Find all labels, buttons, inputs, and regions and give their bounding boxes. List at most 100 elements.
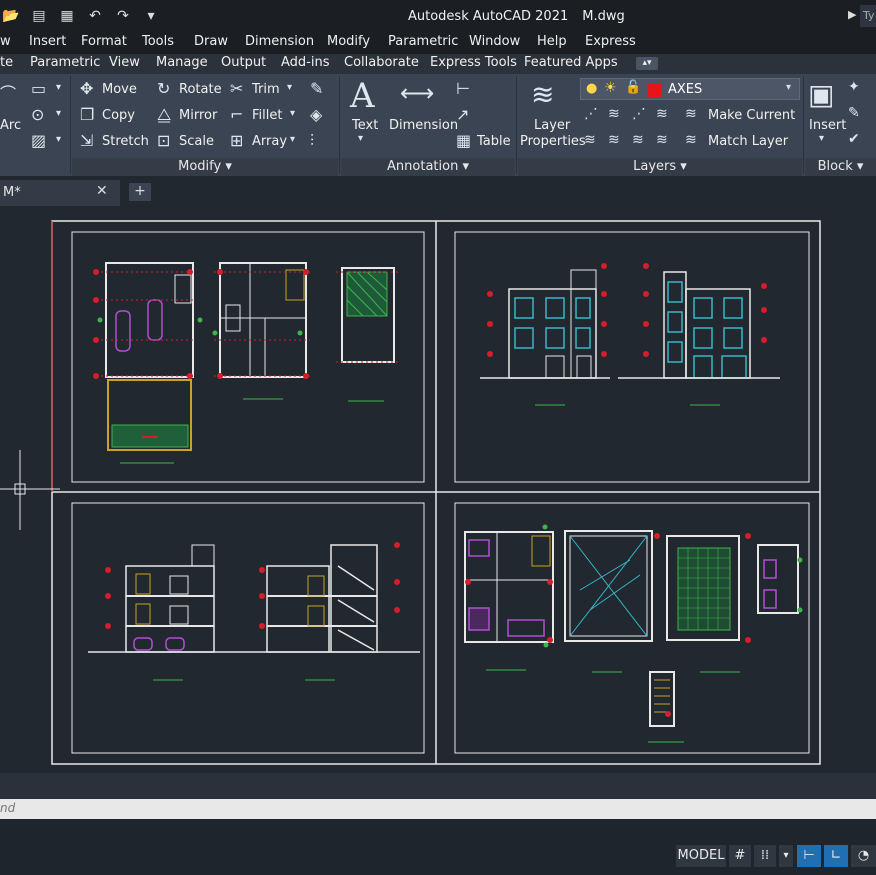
layer-tool-icon[interactable]: ≋: [608, 132, 620, 148]
table-icon[interactable]: ▦: [456, 131, 471, 150]
tab-parametric[interactable]: Parametric: [30, 55, 100, 70]
tab-view[interactable]: View: [109, 55, 140, 70]
arc-label[interactable]: Arc: [0, 118, 21, 133]
match-layer-icon[interactable]: ≋: [685, 132, 697, 148]
customize-qat-icon[interactable]: ▾: [142, 7, 160, 25]
leader-icon[interactable]: ↗: [456, 105, 469, 124]
trim-button[interactable]: Trim: [252, 82, 280, 97]
chevron-down-icon[interactable]: ▾: [56, 82, 61, 93]
chevron-down-icon[interactable]: ▾: [819, 133, 824, 144]
chevron-down-icon[interactable]: ▾: [779, 845, 793, 867]
print-icon[interactable]: ▦: [58, 7, 76, 25]
tab-featured-apps[interactable]: Featured Apps: [524, 55, 618, 70]
viewport-frame[interactable]: [454, 231, 810, 483]
linear-dim-icon[interactable]: ⊢: [456, 79, 470, 98]
layer-tool-icon[interactable]: ≋: [632, 132, 644, 148]
rotate-button[interactable]: Rotate: [179, 82, 222, 97]
menu-item-dimension[interactable]: Dimension: [245, 34, 314, 49]
fillet-button[interactable]: Fillet: [252, 108, 282, 123]
tab-output[interactable]: Output: [221, 55, 266, 70]
model-space-button[interactable]: MODEL: [676, 845, 726, 867]
move-icon[interactable]: ✥: [80, 79, 93, 98]
block-panel-title[interactable]: Block ▾: [805, 158, 876, 176]
menu-item-draw[interactable]: Draw: [194, 34, 228, 49]
make-current-icon[interactable]: ≋: [685, 106, 697, 122]
copy-button[interactable]: Copy: [102, 108, 135, 123]
menu-item-express[interactable]: Express: [585, 34, 636, 49]
mirror-button[interactable]: Mirror: [179, 108, 217, 123]
edit-block-icon[interactable]: ✎: [848, 105, 860, 121]
create-block-icon[interactable]: ✦: [848, 79, 860, 95]
table-button[interactable]: Table: [477, 134, 511, 149]
menu-item-window[interactable]: Window: [469, 34, 520, 49]
open-icon[interactable]: 📂: [2, 7, 20, 25]
arc-icon[interactable]: ⌒: [0, 80, 16, 104]
expand-arrow-icon[interactable]: ▶: [848, 8, 856, 21]
text-button[interactable]: Text: [352, 118, 378, 133]
chevron-down-icon[interactable]: ▾: [287, 82, 292, 93]
dimension-icon[interactable]: ⟷: [400, 79, 434, 107]
polar-tracking-icon[interactable]: ◔: [851, 845, 876, 867]
viewport-frame[interactable]: [71, 502, 425, 754]
layer-properties-label-2[interactable]: Properties: [520, 134, 586, 149]
drawing-canvas[interactable]: [0, 206, 876, 773]
new-tab-button[interactable]: +: [129, 183, 151, 201]
make-current-button[interactable]: Make Current: [708, 108, 795, 123]
explode-icon[interactable]: ◈: [310, 105, 322, 124]
chevron-down-icon[interactable]: ▾: [358, 133, 363, 144]
ortho-icon[interactable]: ∟: [824, 845, 848, 867]
tab-options-icon[interactable]: ▴▾: [636, 57, 658, 70]
menu-item[interactable]: w: [0, 34, 11, 49]
array-icon[interactable]: ⊞: [230, 131, 243, 150]
stretch-icon[interactable]: ⇲: [80, 131, 93, 150]
snap-icon[interactable]: ⁞⁞: [754, 845, 776, 867]
tab-partial[interactable]: te: [0, 55, 13, 70]
layer-properties-label[interactable]: Layer: [534, 118, 570, 133]
undo-icon[interactable]: ↶: [86, 7, 104, 25]
scale-button[interactable]: Scale: [179, 134, 214, 149]
tab-add-ins[interactable]: Add-ins: [281, 55, 329, 70]
rectangle-icon[interactable]: ▭: [31, 79, 46, 98]
menu-item-format[interactable]: Format: [81, 34, 127, 49]
insert-button[interactable]: Insert: [809, 118, 846, 133]
menu-item-insert[interactable]: Insert: [29, 34, 66, 49]
offset-icon[interactable]: ⫶: [310, 131, 314, 151]
array-button[interactable]: Array: [252, 134, 287, 149]
chevron-down-icon[interactable]: ▾: [56, 108, 61, 119]
save-icon[interactable]: ▤: [30, 7, 48, 25]
fillet-icon[interactable]: ⌐: [230, 105, 243, 124]
layers-panel-title[interactable]: Layers ▾: [518, 158, 802, 176]
layer-tool-icon[interactable]: ≋: [584, 132, 596, 148]
layer-tool-icon[interactable]: ⋰: [584, 106, 598, 122]
modify-panel-title[interactable]: Modify ▾: [72, 158, 338, 176]
erase-icon[interactable]: ✎: [310, 79, 323, 98]
tab-manage[interactable]: Manage: [156, 55, 208, 70]
stretch-button[interactable]: Stretch: [102, 134, 149, 149]
annotation-panel-title[interactable]: Annotation ▾: [341, 158, 515, 176]
layer-tool-icon[interactable]: ≋: [608, 106, 620, 122]
hatch-icon[interactable]: ▨: [31, 131, 46, 150]
move-button[interactable]: Move: [102, 82, 137, 97]
grid-icon[interactable]: #: [729, 845, 751, 867]
menu-item-modify[interactable]: Modify: [327, 34, 370, 49]
chevron-down-icon[interactable]: ▾: [290, 108, 295, 119]
dimension-button[interactable]: Dimension: [389, 118, 458, 133]
layer-tool-icon[interactable]: ≋: [656, 132, 668, 148]
redo-icon[interactable]: ↷: [114, 7, 132, 25]
ellipse-icon[interactable]: ⊙: [31, 105, 44, 124]
rotate-icon[interactable]: ↻: [157, 79, 170, 98]
scale-icon[interactable]: ⊡: [157, 131, 170, 150]
close-icon[interactable]: ✕: [96, 183, 108, 199]
menu-item-tools[interactable]: Tools: [142, 34, 174, 49]
command-line-input[interactable]: nd: [0, 799, 876, 819]
infer-constraints-icon[interactable]: ⊢: [797, 845, 821, 867]
match-layer-button[interactable]: Match Layer: [708, 134, 788, 149]
tab-express-tools[interactable]: Express Tools: [430, 55, 517, 70]
insert-block-icon[interactable]: ▣: [808, 78, 834, 111]
layer-dropdown[interactable]: ● ☀ 🔓 AXES ▾: [580, 78, 800, 100]
chevron-down-icon[interactable]: ▾: [56, 134, 61, 145]
layer-properties-icon[interactable]: ≋: [531, 78, 554, 111]
copy-icon[interactable]: ❐: [80, 105, 94, 124]
layer-tool-icon[interactable]: ≋: [656, 106, 668, 122]
mirror-icon[interactable]: ⧋: [157, 105, 171, 125]
